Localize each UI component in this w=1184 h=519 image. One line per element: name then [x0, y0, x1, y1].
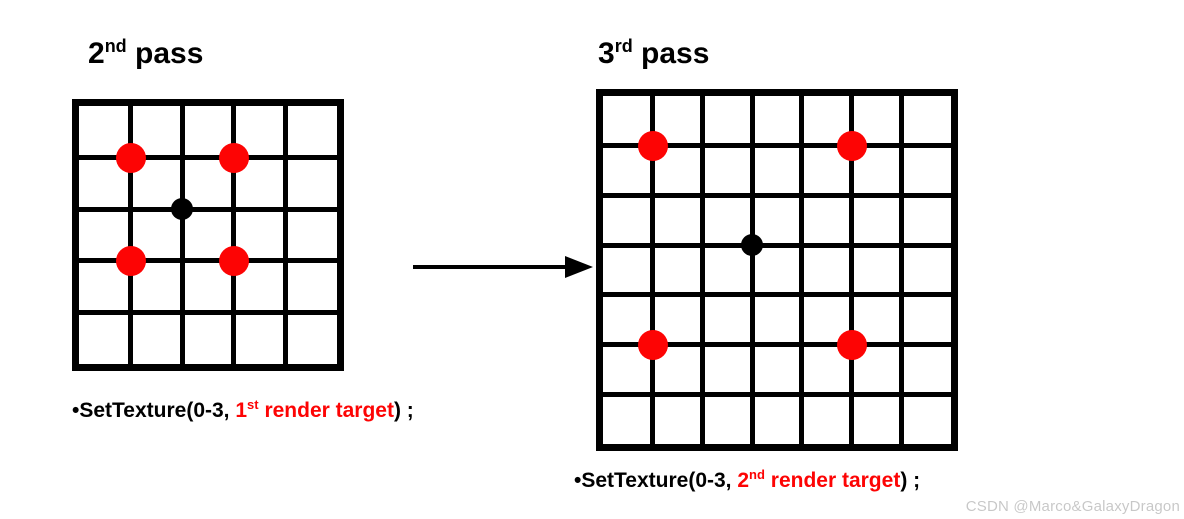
- caption-prefix: •SetTexture(0-3,: [72, 399, 235, 422]
- title-word: pass: [633, 37, 710, 70]
- arrow-right: [413, 256, 593, 278]
- sample-point-red: [638, 131, 668, 161]
- caption-num: 2: [737, 469, 749, 492]
- title-num: 3: [598, 37, 615, 70]
- center-point: [741, 234, 763, 256]
- caption-sup: st: [247, 397, 259, 412]
- sample-point-red: [219, 143, 249, 173]
- caption-suffix: ) ;: [394, 399, 414, 422]
- caption-red-post: render target: [259, 399, 394, 422]
- title-sup: rd: [615, 36, 633, 56]
- watermark: CSDN @Marco&GalaxyDragon: [966, 498, 1180, 515]
- title-sup: nd: [105, 36, 127, 56]
- grid-5x5: [72, 99, 344, 371]
- arrow-head-icon: [565, 256, 593, 278]
- sample-point-red: [837, 131, 867, 161]
- panel-3rd-pass: 3rd pass •SetTexture(0-3, 2nd render tar…: [596, 36, 958, 493]
- grid-line-vertical: [283, 106, 288, 364]
- caption-sup: nd: [749, 467, 765, 482]
- grid-line-horizontal: [79, 207, 337, 212]
- caption-prefix: •SetTexture(0-3,: [574, 469, 737, 492]
- arrow-shaft: [413, 265, 569, 269]
- sample-point-red: [837, 330, 867, 360]
- title-3rd-pass: 3rd pass: [598, 36, 958, 71]
- caption-suffix: ) ;: [900, 469, 920, 492]
- caption-num: 1: [235, 399, 247, 422]
- grid-7x7: [596, 89, 958, 451]
- panel-2nd-pass: 2nd pass •SetTexture(0-3, 1st render tar…: [72, 36, 414, 423]
- sample-point-red: [116, 246, 146, 276]
- sample-point-red: [116, 143, 146, 173]
- grid-line-horizontal: [603, 392, 951, 397]
- caption-red-post: render target: [765, 469, 900, 492]
- grid-line-vertical: [180, 106, 185, 364]
- sample-point-red: [638, 330, 668, 360]
- title-2nd-pass: 2nd pass: [88, 36, 414, 71]
- title-num: 2: [88, 37, 105, 70]
- caption-right: •SetTexture(0-3, 2nd render target) ;: [574, 467, 958, 493]
- caption-left: •SetTexture(0-3, 1st render target) ;: [72, 397, 414, 423]
- grid-line-horizontal: [79, 310, 337, 315]
- center-point: [171, 198, 193, 220]
- sample-point-red: [219, 246, 249, 276]
- title-word: pass: [127, 37, 204, 70]
